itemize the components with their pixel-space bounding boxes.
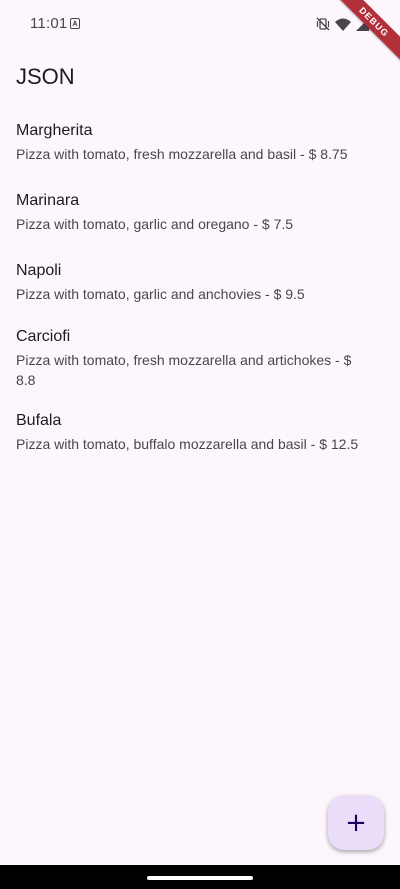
list-item-title: Bufala [16, 412, 62, 429]
list-item-title: Marinara [16, 192, 80, 209]
system-nav-bar [0, 865, 400, 889]
list-item-subtitle: Pizza with tomato, garlic and oregano - … [16, 216, 294, 232]
list-item-title: Margherita [16, 122, 93, 139]
notification-a-icon [70, 18, 80, 29]
list-item-subtitle: Pizza with tomato, garlic and anchovies … [16, 286, 305, 302]
vibrate-off-icon [316, 17, 330, 31]
list-item-title: Carciofi [16, 328, 71, 345]
list-item[interactable]: Margherita Pizza with tomato, fresh mozz… [0, 112, 400, 182]
wifi-icon [335, 18, 351, 31]
list-item[interactable]: Marinara Pizza with tomato, garlic and o… [0, 182, 400, 252]
battery-icon [374, 17, 382, 31]
home-gesture-handle[interactable] [147, 876, 253, 880]
list-item-subtitle: Pizza with tomato, buffalo mozzarella an… [16, 436, 359, 452]
list-item-subtitle: Pizza with tomato, fresh mozzarella and … [16, 352, 352, 388]
signal-icon [356, 17, 369, 31]
page-title: JSON [16, 64, 75, 89]
list-item[interactable]: Bufala Pizza with tomato, buffalo mozzar… [0, 402, 400, 468]
list-item[interactable]: Carciofi Pizza with tomato, fresh mozzar… [0, 318, 400, 402]
status-time: 11:01 [30, 15, 68, 32]
list-item-title: Napoli [16, 262, 62, 279]
status-bar: 11:01 [0, 0, 400, 50]
add-button[interactable]: + [328, 796, 384, 850]
list-item[interactable]: Napoli Pizza with tomato, garlic and anc… [0, 252, 400, 318]
pizza-list: Margherita Pizza with tomato, fresh mozz… [0, 112, 400, 468]
list-item-subtitle: Pizza with tomato, fresh mozzarella and … [16, 146, 348, 162]
status-icons [316, 15, 382, 33]
add-icon: + [345, 808, 367, 838]
